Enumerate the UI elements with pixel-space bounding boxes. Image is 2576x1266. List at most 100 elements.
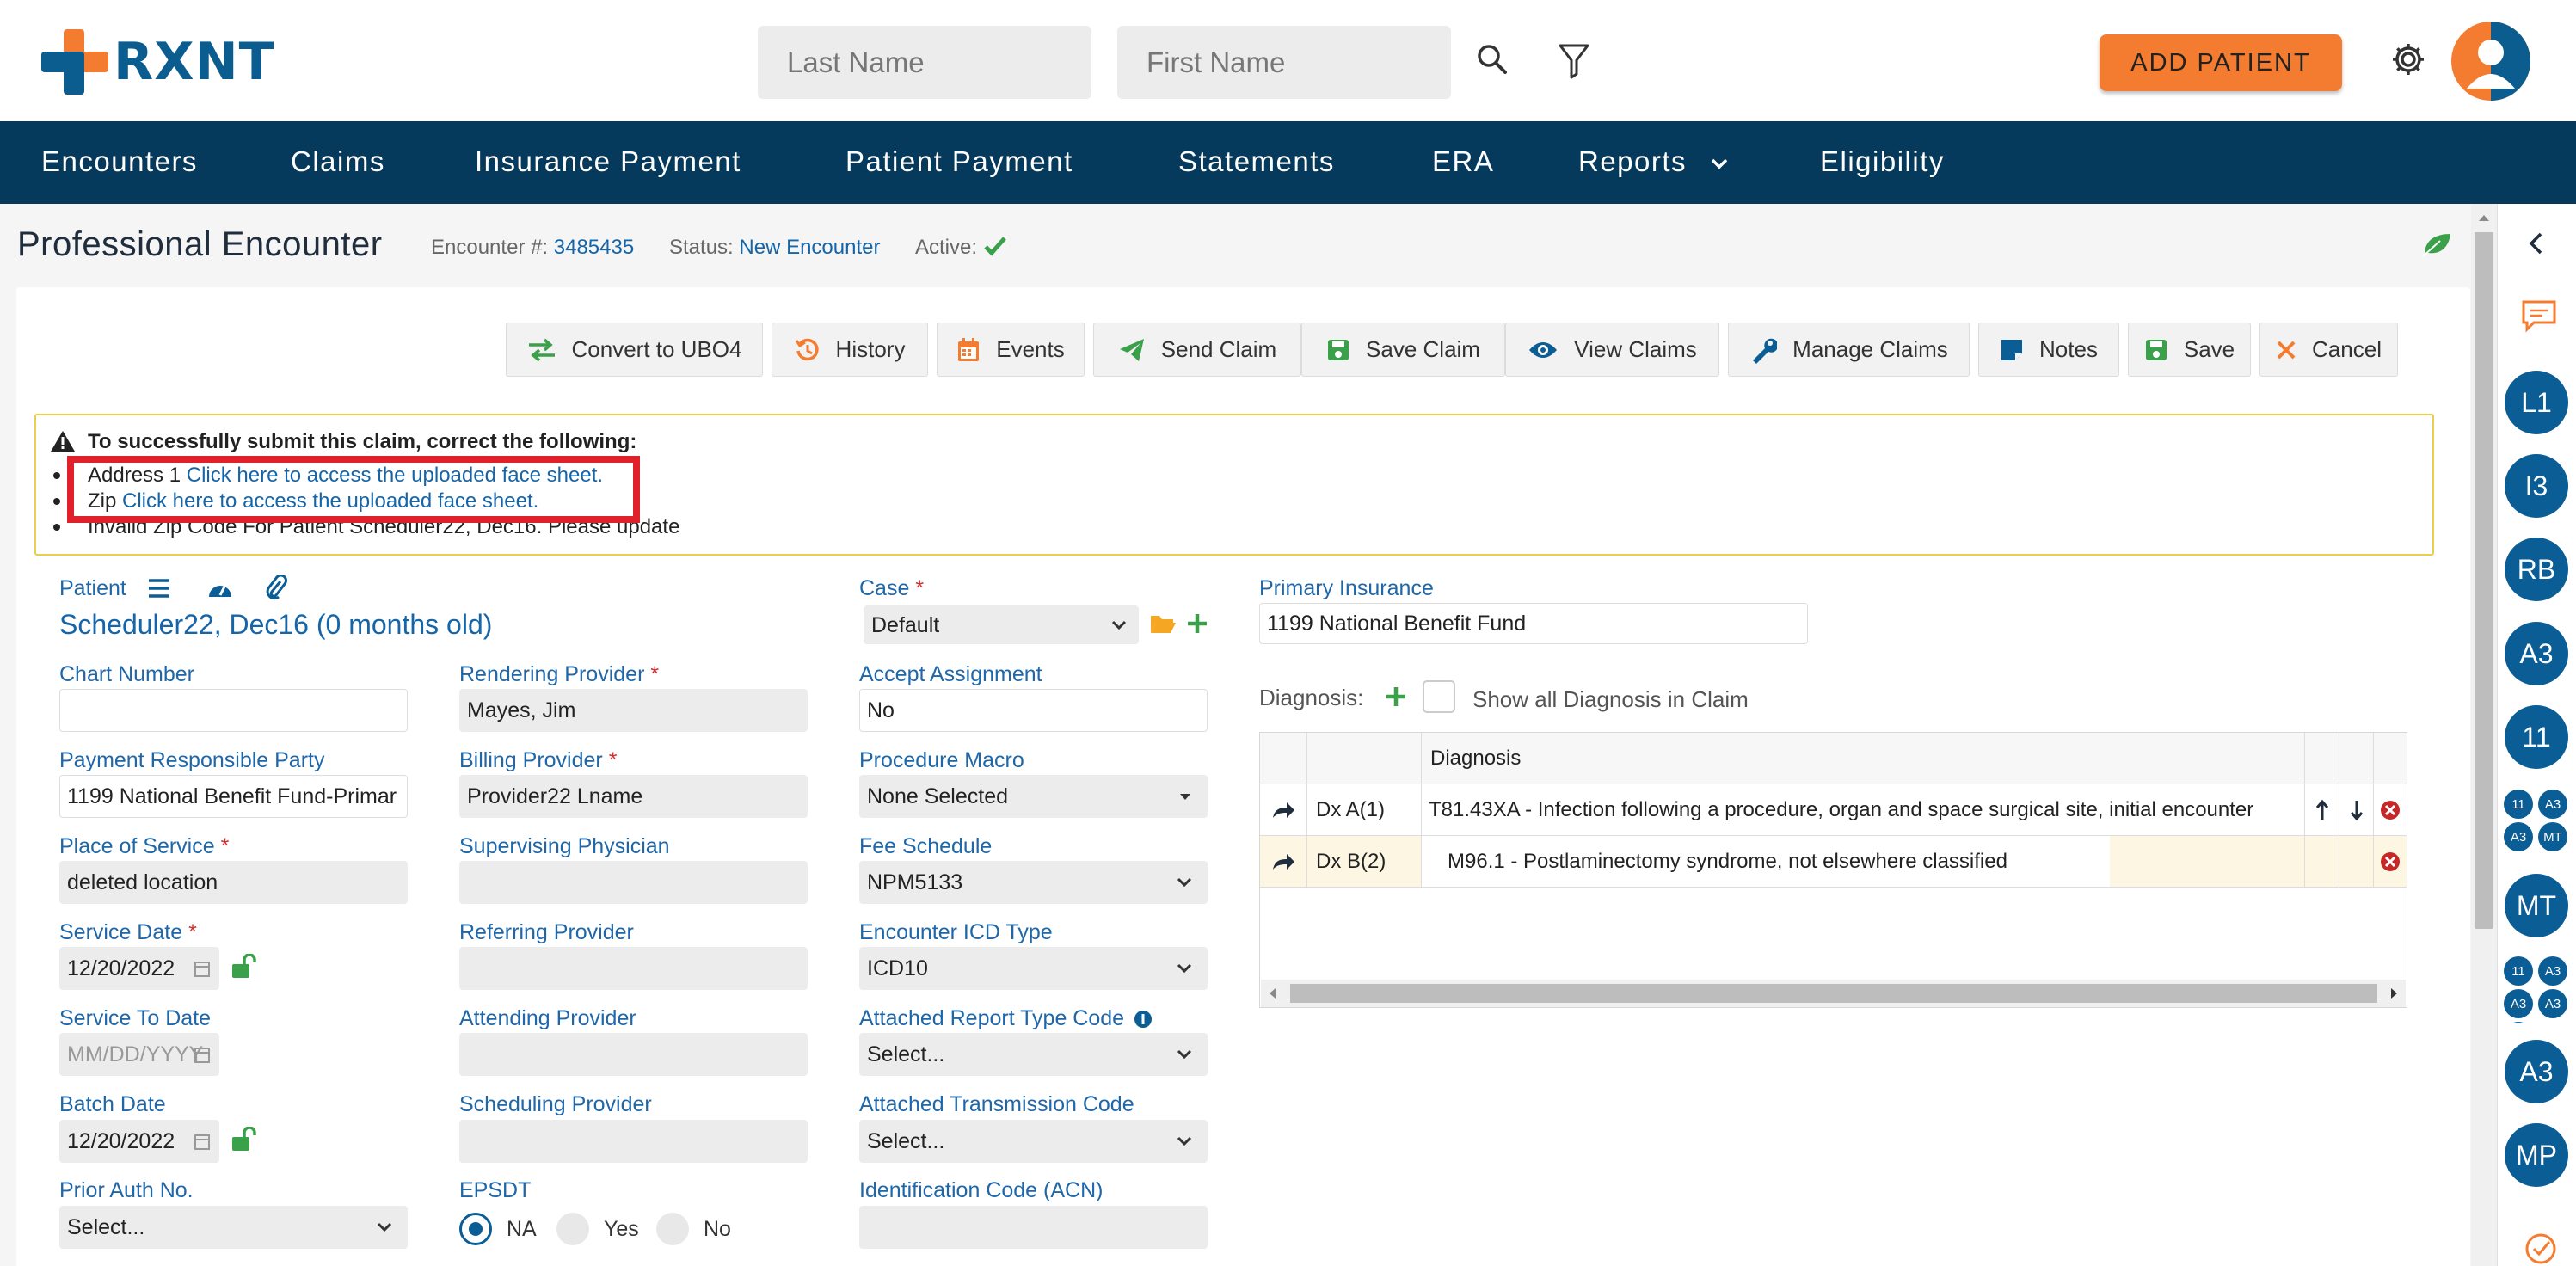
remove-icon[interactable] [2374,784,2407,835]
primary-insurance-input[interactable]: 1199 National Benefit Fund [1259,603,1808,644]
unlock-icon[interactable] [231,954,258,980]
last-name-search-input[interactable] [758,26,1091,99]
convert-to-ub04-button[interactable]: Convert to UBO4 [506,323,763,377]
gear-icon[interactable] [2390,41,2426,77]
nav-claims[interactable]: Claims [291,145,385,178]
nav-eligibility[interactable]: Eligibility [1820,145,1945,178]
user-avatar[interactable]: 11 [2505,705,2568,769]
chart-number-input[interactable] [59,689,408,732]
unlock-icon[interactable] [231,1127,258,1152]
accept-assignment-input[interactable]: No [859,689,1208,732]
epsdt-no-radio[interactable] [656,1213,689,1245]
scrollbar-thumb[interactable] [1290,984,2377,1003]
filter-icon[interactable] [1558,43,1590,79]
save-claim-button[interactable]: Save Claim [1301,323,1505,377]
nav-patient-payment[interactable]: Patient Payment [845,145,1073,178]
tasks-check-icon[interactable] [2524,1232,2558,1266]
group-avatar[interactable]: 11 [2504,956,2533,986]
horizontal-scrollbar[interactable] [1261,980,2406,1007]
epsdt-yes-radio[interactable] [556,1213,589,1245]
payment-party-input[interactable]: 1199 National Benefit Fund-Primar [59,775,408,818]
prior-auth-select[interactable]: Select... [59,1206,408,1249]
epsdt-na-radio[interactable] [459,1213,492,1245]
case-select[interactable]: Default [864,605,1139,644]
add-diagnosis-icon[interactable] [1385,685,1407,708]
table-row[interactable]: Dx A(1) T81.43XA - Infection following a… [1260,784,2407,836]
calendar-icon[interactable] [194,1046,210,1063]
user-avatar[interactable]: A3 [2505,622,2568,685]
show-all-diagnosis-checkbox[interactable] [1423,680,1455,713]
info-icon[interactable] [1134,1010,1153,1029]
batch-date-input[interactable]: 12/20/2022 [59,1120,219,1163]
calendar-icon[interactable] [194,960,210,977]
arrow-down-icon[interactable] [2339,784,2374,835]
rendering-provider-input[interactable]: Mayes, Jim [459,689,808,732]
nav-insurance-payment[interactable]: Insurance Payment [475,145,741,178]
folder-open-icon[interactable] [1149,612,1177,635]
group-avatar[interactable]: A3 [2504,989,2533,1018]
user-avatar[interactable]: A3 [2505,1040,2568,1103]
add-case-icon[interactable] [1186,612,1208,635]
calendar-icon[interactable] [194,1133,210,1150]
group-avatar[interactable]: A3 [2504,822,2533,851]
group-avatar[interactable]: 11 [2504,790,2533,819]
save-button[interactable]: Save [2128,323,2251,377]
rxnt-logo[interactable]: RXNT [41,29,275,95]
scroll-up-icon[interactable] [2478,213,2490,222]
attending-provider-input[interactable] [459,1033,808,1076]
table-row[interactable]: Dx B(2) M96.1 - Postlaminectomy syndrome… [1260,836,2407,888]
send-claim-button[interactable]: Send Claim [1093,323,1301,377]
icd-type-select[interactable]: ICD10 [859,947,1208,990]
place-of-service-input[interactable]: deleted location [59,861,408,904]
referring-provider-input[interactable] [459,947,808,990]
scroll-left-icon[interactable] [1268,987,1276,999]
user-avatar[interactable]: MT [2505,874,2568,937]
manage-claims-button[interactable]: Manage Claims [1728,323,1970,377]
manage-claims-label: Manage Claims [1792,336,1948,362]
user-avatar[interactable]: L1 [2505,371,2568,434]
add-patient-button[interactable]: ADD PATIENT [2100,34,2342,91]
paperclip-icon[interactable] [265,575,287,600]
dashboard-icon[interactable] [206,576,234,599]
avatar[interactable] [2451,22,2530,101]
notes-button[interactable]: Notes [1978,323,2119,377]
share-icon[interactable] [1260,784,1307,835]
service-to-date-input[interactable]: MM/DD/YYYY [59,1033,219,1076]
group-avatar[interactable]: A3 [2538,989,2567,1018]
scroll-right-icon[interactable] [2390,987,2399,999]
search-icon[interactable] [1476,43,1509,76]
nav-era[interactable]: ERA [1432,145,1494,178]
share-icon[interactable] [1260,836,1307,887]
arrow-up-icon[interactable] [2305,784,2339,835]
events-button[interactable]: Events [937,323,1085,377]
scrollbar-thumb[interactable] [2475,232,2493,929]
supervising-physician-input[interactable] [459,861,808,904]
billing-provider-input[interactable]: Provider22 Lname [459,775,808,818]
group-avatar[interactable]: A3 [2538,790,2567,819]
scheduling-provider-input[interactable] [459,1120,808,1163]
patient-name[interactable]: Scheduler22, Dec16 (0 months old) [59,609,492,641]
collapse-chevron-icon[interactable] [2528,231,2543,255]
user-avatar[interactable]: MP [2505,1123,2568,1187]
nav-encounters[interactable]: Encounters [41,145,198,178]
menu-icon[interactable] [147,578,171,599]
transmission-code-select[interactable]: Select... [859,1120,1208,1163]
group-avatar[interactable]: MT [2538,822,2567,851]
nav-statements[interactable]: Statements [1178,145,1335,178]
group-avatar[interactable]: 11 [2504,1022,2533,1023]
procedure-macro-select[interactable]: None Selected [859,775,1208,818]
user-avatar[interactable]: RB [2505,538,2568,601]
first-name-search-input[interactable] [1117,26,1451,99]
remove-icon[interactable] [2374,836,2407,887]
group-avatar[interactable]: A3 [2538,956,2567,986]
user-avatar[interactable]: I3 [2505,454,2568,518]
view-claims-button[interactable]: View Claims [1505,323,1719,377]
nav-reports[interactable]: Reports [1578,145,1729,178]
report-type-select[interactable]: Select... [859,1033,1208,1076]
service-date-input[interactable]: 12/20/2022 [59,947,219,990]
history-button[interactable]: History [772,323,928,377]
cancel-button[interactable]: Cancel [2259,323,2398,377]
acn-input[interactable] [859,1206,1208,1249]
chat-icon[interactable] [2520,298,2558,333]
fee-schedule-select[interactable]: NPM5133 [859,861,1208,904]
